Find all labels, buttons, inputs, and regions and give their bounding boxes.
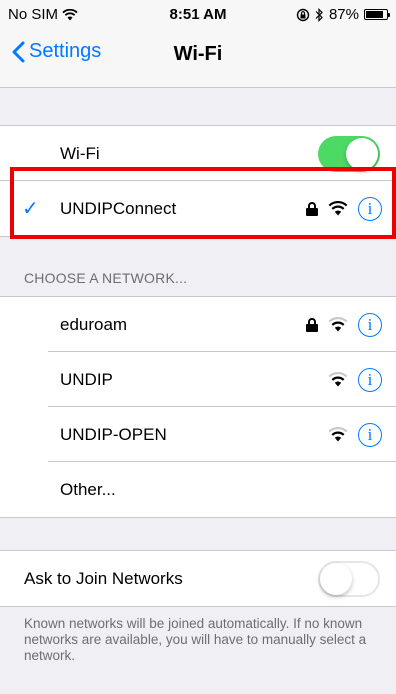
status-right: 87% [296,6,390,23]
network-name: eduroam [60,314,128,334]
network-name: UNDIP [60,369,113,389]
network-icons: i [328,422,382,447]
wifi-signal-icon [328,427,348,442]
wifi-toggle[interactable] [318,135,380,172]
toggle-knob [320,562,352,595]
network-name: Other... [60,479,116,499]
network-name: UNDIP-OPEN [60,424,167,444]
network-icons: i [306,196,382,221]
connected-network-name: UNDIPConnect [60,198,177,218]
toggle-knob [346,137,378,170]
network-row-undip-open[interactable]: UNDIP-OPEN i [0,407,396,462]
networks-group: eduroam i UNDIP i UNDIP-OPEN i Other... [0,296,396,518]
lock-icon [306,201,318,216]
wifi-signal-icon [328,372,348,387]
ask-to-join-toggle[interactable] [318,560,380,597]
ask-to-join-label: Ask to Join Networks [24,568,183,588]
network-icons: i [306,312,382,337]
network-icons: i [328,367,382,392]
status-bar: No SIM 8:51 AM 87% [0,0,396,28]
wifi-group: Wi-Fi ✓ UNDIPConnect i [0,125,396,237]
network-row-other[interactable]: Other... [0,462,396,517]
info-icon[interactable]: i [358,312,382,337]
battery-percent: 87% [328,6,359,23]
wifi-signal-icon [328,317,348,332]
wifi-toggle-row: Wi-Fi [0,126,396,181]
section-header-networks: CHOOSE A NETWORK... [24,270,188,286]
ask-to-join-row: Ask to Join Networks [0,551,396,606]
navigation-bar: Settings Wi-Fi [0,28,396,88]
connected-network-row[interactable]: ✓ UNDIPConnect i [0,181,396,236]
bluetooth-icon [315,7,323,22]
page-title: Wi-Fi [173,43,223,65]
lock-icon [306,317,318,332]
battery-icon [364,9,390,20]
info-icon[interactable]: i [358,196,382,221]
wifi-signal-icon [328,201,348,216]
wifi-label: Wi-Fi [60,143,100,163]
info-icon[interactable]: i [358,422,382,447]
orientation-lock-icon [296,8,310,21]
battery-fill [366,11,384,18]
network-row-eduroam[interactable]: eduroam i [0,297,396,352]
ask-to-join-note: Known networks will be joined automatica… [24,616,367,663]
network-row-undip[interactable]: UNDIP i [0,352,396,407]
info-icon[interactable]: i [358,367,382,392]
ask-to-join-group: Ask to Join Networks [0,550,396,607]
checkmark-icon: ✓ [22,198,39,220]
